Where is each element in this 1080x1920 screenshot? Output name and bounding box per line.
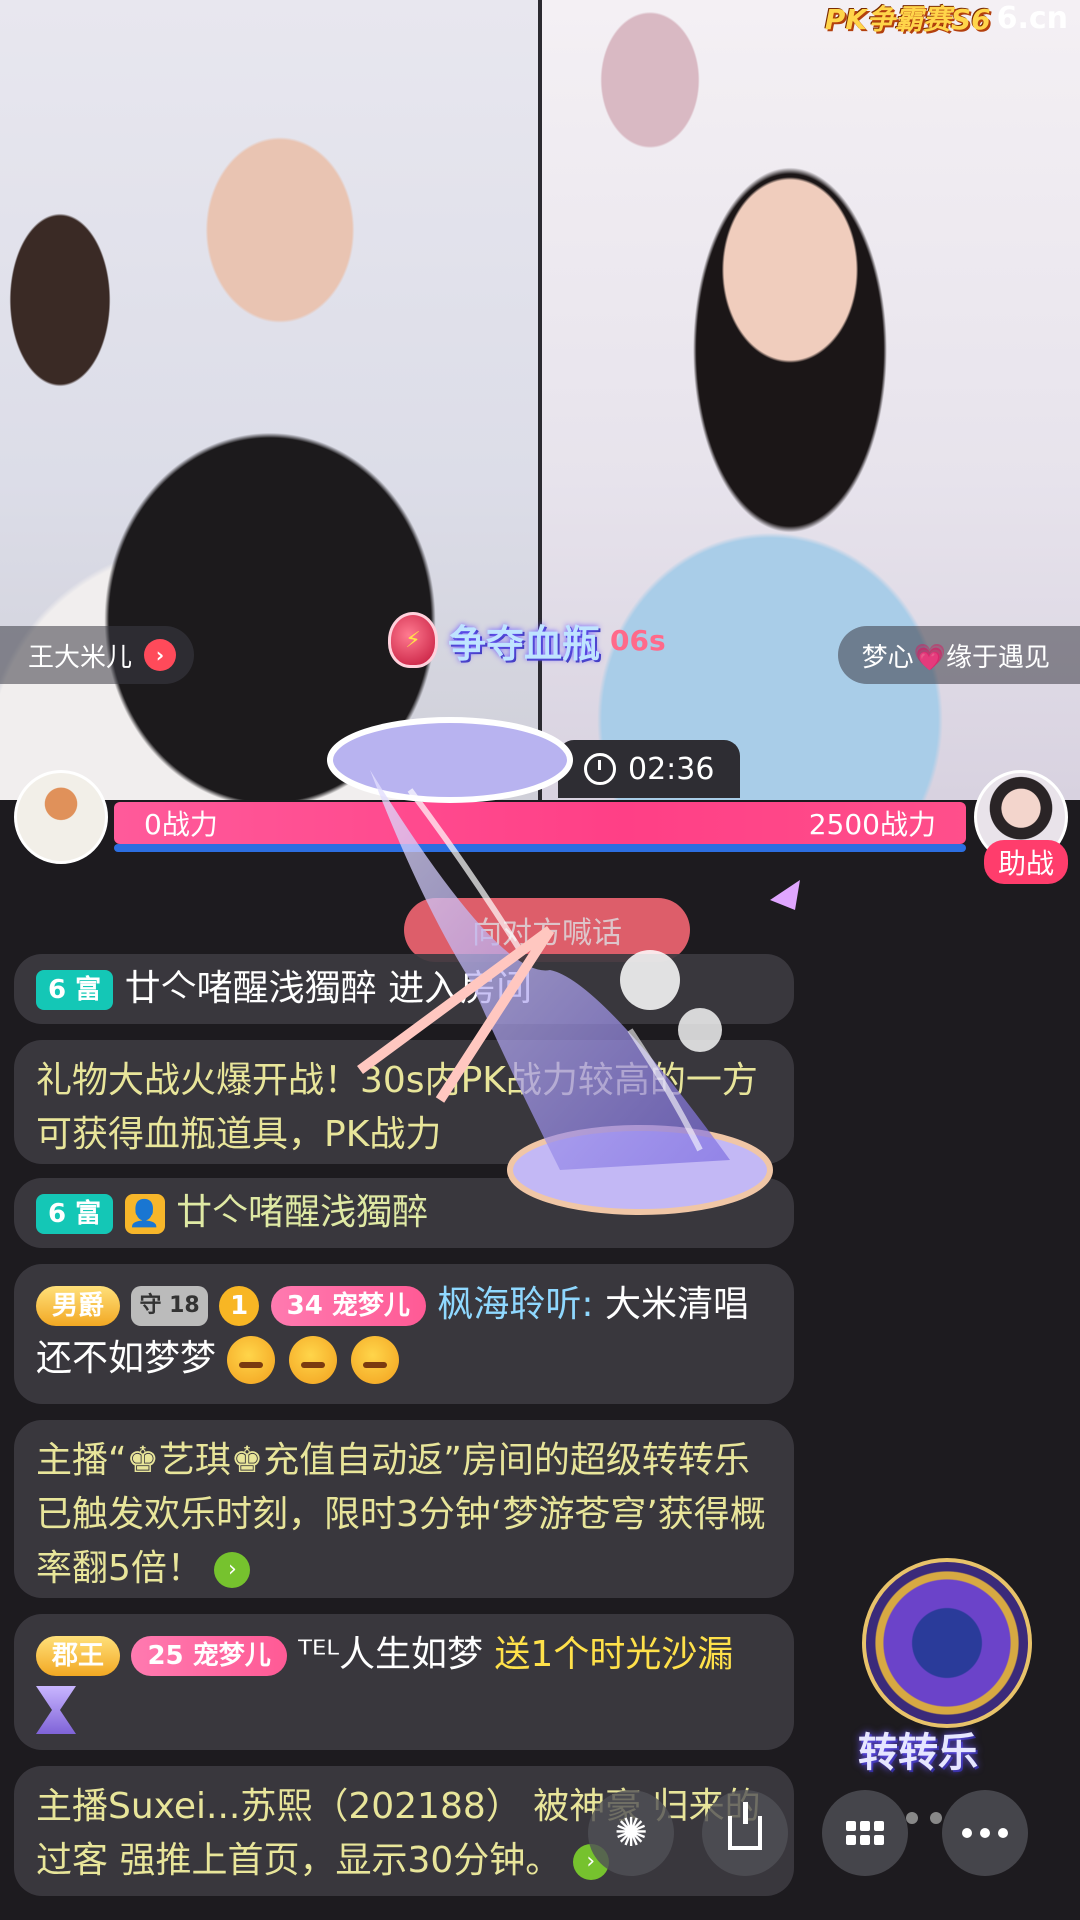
chat-text: 进入房间 [388,968,533,1009]
fan-club-badge: 34 宠梦儿 [270,1286,426,1326]
chat-username: ᵀᴱᴸ人生如梦 [298,1634,483,1675]
video-divider [538,0,542,800]
effects-button[interactable]: ✺ [588,1790,674,1876]
guard-badge: 守 18 [131,1286,208,1326]
pk-progress-bar: 0战力 2500战力 [114,802,966,844]
site-logo: 6.cn [996,0,1068,36]
chat-username: 廿亽啫醒浅獨醉 [176,1192,429,1233]
pk-season-label: PK争霸赛S6 [824,3,991,36]
sparkle-icon: ✺ [614,1810,648,1856]
more-icon [962,1828,1008,1838]
noble-badge: 郡王 [36,1636,121,1676]
go-arrow-icon[interactable]: › [214,1552,251,1588]
apps-button[interactable] [822,1790,908,1876]
pk-progress-track [114,844,966,852]
chat-username: 廿亽啫醒浅獨醉 [124,968,377,1009]
page-indicator [906,1812,942,1824]
hourglass-gift-icon [36,1686,76,1734]
right-streamer-tag[interactable]: 梦心💗缘于遇见 [837,626,1080,684]
system-message[interactable]: 主播“♚艺琪♚充值自动返”房间的超级转转乐已触发欢乐时刻，限时3分钟‘梦游苍穹’… [14,1420,794,1598]
fan-club-badge: 25 宠梦儿 [131,1636,287,1676]
sweat-emoji-icon [289,1336,338,1384]
right-power-value: 2500战力 [808,808,936,841]
grid-icon [846,1821,884,1845]
shout-to-opponent-button[interactable]: 向对方喊话 [404,898,690,962]
gift-message[interactable]: 郡王 25 宠梦儿 ᵀᴱᴸ人生如梦 送1个时光沙漏 [14,1614,794,1750]
potion-bottle-icon: ⚡ [388,612,438,668]
lucky-wheel-label: 转转乐 [858,1730,978,1776]
chevron-right-icon: › [144,639,177,671]
blood-bottle-event: ⚡ 争夺血瓶 06s [388,612,666,668]
more-button[interactable] [942,1790,1028,1876]
right-streamer-name: 梦心💗缘于遇见 [861,642,1050,673]
event-countdown: 06s [610,623,666,657]
system-message[interactable]: 主播Suxei...苏熙（202188） 被神豪 归来的过客 强推上首页，显示3… [14,1766,794,1896]
chat-username: 枫海聆听: [437,1284,594,1325]
star-level-badge: 1 [219,1286,260,1326]
download-button[interactable] [702,1790,788,1876]
gift-text: 送1个时光沙漏 [494,1634,734,1675]
system-message: 礼物大战火爆开战！30s内PK战力较高的一方可获得血瓶道具，PK战力 [14,1040,794,1164]
left-streamer-name: 王大米儿 [28,642,133,673]
system-text: 礼物大战火爆开战！30s内PK战力较高的一方可获得血瓶道具，PK战力 [36,1060,758,1155]
left-power-value: 0战力 [144,808,218,841]
pk-score-row: 0战力 2500战力 助战 [0,770,1080,884]
chat-message[interactable]: 男爵 守 18 1 34 宠梦儿 枫海聆听: 大米清唱还不如梦梦 [14,1264,794,1404]
rich-level-badge: 6 富 [36,970,114,1010]
event-title: 争夺血瓶 [448,621,601,666]
chat-message[interactable]: 6 富 👤 廿亽啫醒浅獨醉 [14,1178,794,1248]
rich-level-badge: 6 富 [36,1194,114,1234]
pk-brand-logo: PK争霸赛S6 6.cn [824,0,1068,37]
sweat-emoji-icon [351,1336,400,1384]
user-icon: 👤 [124,1194,165,1234]
download-icon [728,1802,762,1850]
help-battle-button[interactable]: 助战 [983,840,1068,884]
noble-badge: 男爵 [36,1286,121,1326]
left-team-avatar[interactable] [14,770,108,864]
lucky-wheel-button[interactable] [862,1558,1032,1728]
sweat-emoji-icon [227,1336,276,1384]
left-streamer-tag[interactable]: 王大米儿 › [0,626,195,684]
chat-message[interactable]: 6 富 廿亽啫醒浅獨醉 进入房间 [14,954,794,1024]
system-text: 主播“♚艺琪♚充值自动返”房间的超级转转乐已触发欢乐时刻，限时3分钟‘梦游苍穹’… [36,1440,766,1589]
